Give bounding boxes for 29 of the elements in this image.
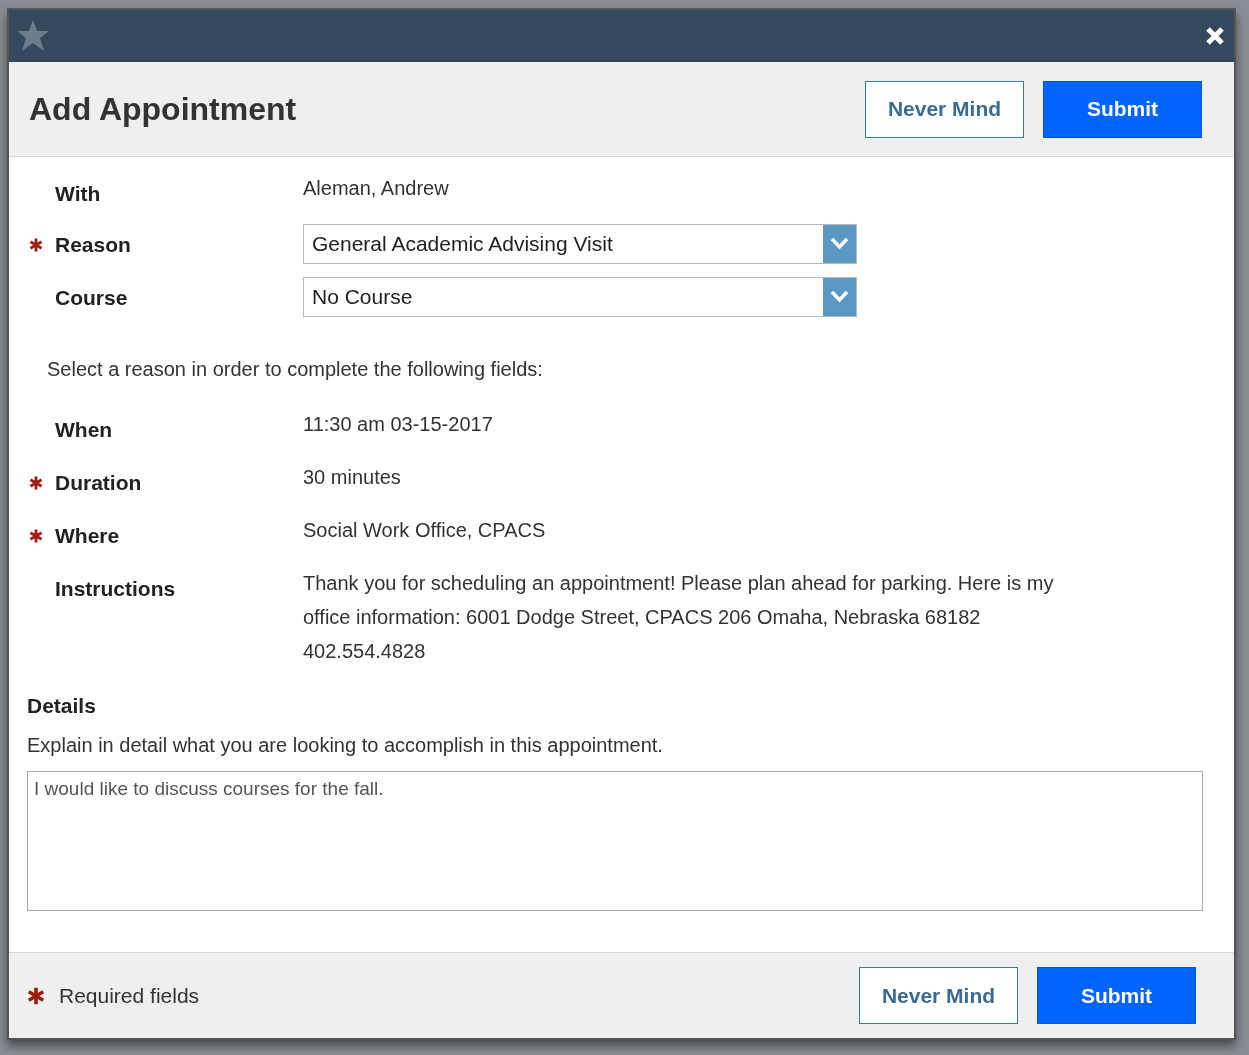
- field-value: 30 minutes: [303, 465, 402, 490]
- details-description: Explain in detail what you are looking to accomplish in this appointment.: [27, 734, 664, 757]
- field-value: Aleman, Andrew: [303, 176, 450, 201]
- dialog-title: Add Appointment: [29, 90, 297, 128]
- instruction-text: Select a reason in order to complete the following fields:: [46, 357, 544, 382]
- dropdown-field[interactable]: No Course: [303, 277, 857, 317]
- cancel-button[interactable]: Never Mind: [865, 80, 1024, 138]
- close-icon[interactable]: [1204, 25, 1226, 47]
- field-label: With: [55, 181, 102, 207]
- field-value: Social Work Office, CPACS: [303, 518, 547, 543]
- submit-button[interactable]: Submit: [1037, 967, 1196, 1024]
- required-asterisk-icon: [27, 986, 45, 1005]
- field-label: Duration: [55, 470, 143, 496]
- field-label: When: [55, 417, 114, 443]
- submit-button[interactable]: Submit: [1043, 80, 1202, 138]
- field-value: 11:30 am 03-15-2017: [303, 412, 494, 437]
- details-heading: Details: [27, 694, 97, 718]
- details-field[interactable]: I would like to discuss courses for the fall.: [27, 771, 1203, 911]
- chevron-down-icon: [823, 225, 856, 263]
- chevron-down-icon: [823, 278, 856, 316]
- field-value: Thank you for scheduling an appointment! Please plan ahead for parking. Here is my office information: 6001 Dodge Street, CPACS 206 Omaha, Nebraska 68182 402.554.4828: [303, 571, 1055, 664]
- field-label: Course: [55, 285, 129, 311]
- dropdown-field[interactable]: General Academic Advising Visit: [303, 224, 857, 264]
- field-label: Instructions: [55, 576, 177, 602]
- required-legend: Required fields: [59, 983, 200, 1008]
- field-label: Where: [55, 523, 121, 549]
- star-logo-icon: [15, 18, 51, 54]
- field-label: Reason: [55, 232, 132, 258]
- cancel-button[interactable]: Never Mind: [859, 967, 1018, 1024]
